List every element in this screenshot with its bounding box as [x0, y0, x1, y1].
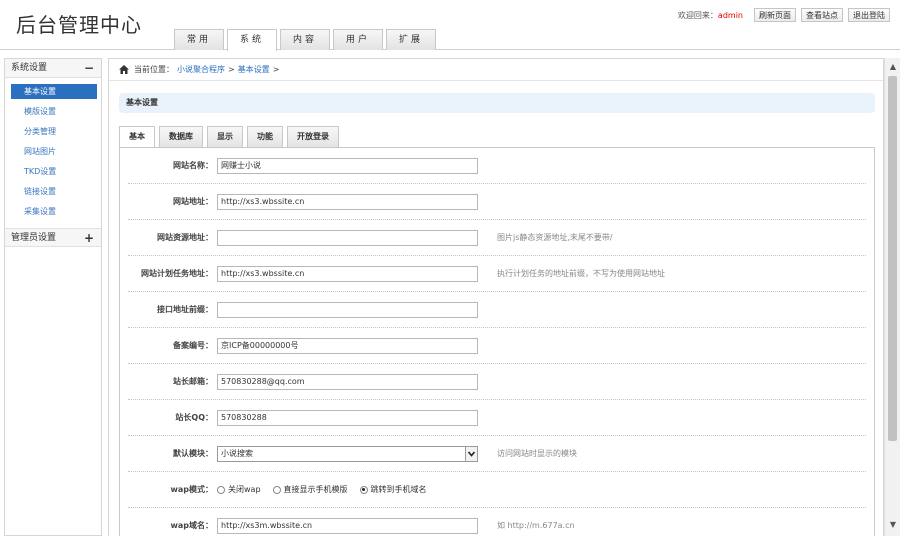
header: 后台管理中心 常用 系统 内容 用户 扩展 欢迎回来：admin 刷新页面 查看… — [0, 0, 900, 51]
logo: 后台管理中心 — [16, 13, 142, 37]
email-input[interactable]: 570830288@qq.com — [217, 373, 478, 390]
form-row: 网站名称： 网赚士小说 — [128, 148, 866, 184]
icp-input[interactable]: 京ICP备00000000号 — [217, 337, 478, 354]
vertical-scrollbar[interactable]: ▲ ▼ — [884, 58, 900, 536]
top-tab-system[interactable]: 系统 — [227, 29, 277, 51]
sidebar-item-tkd[interactable]: TKD设置 — [11, 164, 101, 184]
tab-features[interactable]: 功能 — [247, 126, 283, 147]
site-url-input[interactable]: http://xs3.wbssite.cn — [217, 193, 478, 210]
section-title: 基本设置 — [119, 93, 875, 113]
wap-mode-radios: 关闭wap 直接显示手机模版 跳转到手机域名 — [217, 484, 439, 495]
scroll-up-icon[interactable]: ▲ — [888, 62, 898, 72]
wap-mode-template-radio[interactable]: 直接显示手机模版 — [272, 484, 348, 495]
template-hint: 访问网站时显示的模块 — [497, 449, 577, 458]
form-row: 网站资源地址： 图片js静态资源地址,末尾不要带/ — [128, 220, 866, 256]
api-prefix-input[interactable] — [217, 301, 478, 318]
resource-url-input[interactable] — [217, 229, 478, 246]
scrollbar-thumb[interactable] — [888, 76, 897, 441]
breadcrumb-link-basic[interactable]: 基本设置 — [238, 64, 270, 75]
refresh-page-button[interactable]: 刷新页面 — [754, 8, 796, 22]
username: admin — [717, 10, 743, 20]
sidebar-group-title: 系统设置 — [11, 63, 48, 73]
cron-url-input[interactable]: http://xs3.wbssite.cn — [217, 265, 478, 282]
sidebar-item-basic[interactable]: 基本设置 — [11, 84, 97, 99]
sidebar-item-template[interactable]: 模版设置 — [11, 104, 101, 124]
top-tab-user[interactable]: 用户 — [333, 29, 383, 50]
wap-mode-label: wap模式： — [170, 485, 213, 494]
top-tab-extend[interactable]: 扩展 — [386, 29, 436, 50]
template-select[interactable]: 小说搜索 — [217, 445, 478, 462]
tab-open-login[interactable]: 开放登录 — [287, 126, 339, 147]
email-label: 站长邮箱： — [173, 377, 213, 386]
breadcrumb-separator: > — [228, 65, 235, 74]
sidebar-item-images[interactable]: 网站图片 — [11, 144, 101, 164]
qq-label: 站长QQ： — [175, 413, 213, 422]
template-label: 默认模块： — [173, 449, 213, 458]
tab-display[interactable]: 显示 — [207, 126, 243, 147]
form-row: 接口地址前缀： — [128, 292, 866, 328]
tab-basic[interactable]: 基本 — [119, 126, 155, 148]
breadcrumb: 当前位置： 小说聚合程序 > 基本设置 > — [109, 59, 883, 81]
wap-domain-hint: 如 http://m.677a.cn — [497, 521, 575, 530]
main-panel: 当前位置： 小说聚合程序 > 基本设置 > 基本设置 基本 数据库 显示 功能 … — [108, 58, 884, 536]
form-row: 备案编号： 京ICP备00000000号 — [128, 328, 866, 364]
wap-domain-label: wap域名： — [170, 521, 213, 530]
sidebar-group-title: 管理员设置 — [11, 233, 57, 243]
view-site-button[interactable]: 查看站点 — [801, 8, 843, 22]
cron-url-hint: 执行计划任务的地址前缀，不写为使用网站地址 — [497, 269, 665, 278]
breadcrumb-prefix: 当前位置： — [134, 65, 174, 74]
icp-label: 备案编号： — [173, 341, 213, 350]
scroll-down-icon[interactable]: ▼ — [888, 520, 898, 530]
form-row: 站长邮箱： 570830288@qq.com — [128, 364, 866, 400]
radio-icon[interactable] — [272, 485, 281, 494]
breadcrumb-separator: > — [272, 65, 280, 74]
sidebar-item-collect[interactable]: 采集设置 — [11, 204, 101, 224]
sidebar-item-category[interactable]: 分类管理 — [11, 124, 101, 144]
form-row: 站长QQ： 570830288 — [128, 400, 866, 436]
settings-tabs: 基本 数据库 显示 功能 开放登录 — [119, 126, 343, 148]
sidebar: 系统设置 − 基本设置 模版设置 分类管理 网站图片 TKD设置 链接设置 采集… — [4, 58, 102, 536]
resource-url-label: 网站资源地址： — [157, 233, 213, 242]
site-url-label: 网站地址： — [173, 197, 213, 206]
top-tab-common[interactable]: 常用 — [174, 29, 224, 50]
template-select-value: 小说搜索 — [221, 448, 253, 458]
radio-label: 直接显示手机模版 — [283, 485, 348, 494]
cron-url-label: 网站计划任务地址： — [141, 269, 213, 278]
tab-database[interactable]: 数据库 — [159, 126, 203, 147]
form-row: 网站计划任务地址： http://xs3.wbssite.cn 执行计划任务的地… — [128, 256, 866, 292]
form-row: 网站地址： http://xs3.wbssite.cn — [128, 184, 866, 220]
logout-button[interactable]: 退出登陆 — [848, 8, 890, 22]
sidebar-group-admin[interactable]: 管理员设置 + — [5, 228, 101, 247]
sidebar-item-links[interactable]: 链接设置 — [11, 184, 101, 204]
wap-mode-redirect-radio[interactable]: 跳转到手机域名 — [359, 484, 427, 495]
form-row: wap模式： 关闭wap 直接显示手机模版 跳转到手机域名 — [128, 472, 866, 508]
radio-checked-icon[interactable] — [359, 485, 368, 494]
collapse-icon[interactable]: − — [84, 59, 94, 78]
top-tab-content[interactable]: 内容 — [280, 29, 330, 50]
top-right-bar: 欢迎回来：admin 刷新页面 查看站点 退出登陆 — [678, 8, 890, 22]
qq-input[interactable]: 570830288 — [217, 409, 478, 426]
welcome-prefix: 欢迎回来： — [677, 10, 718, 20]
radio-label: 跳转到手机域名 — [370, 485, 427, 494]
form-row: 默认模块： 小说搜索 访问网站时显示的模块 — [128, 436, 866, 472]
expand-icon[interactable]: + — [84, 229, 94, 248]
site-name-label: 网站名称： — [173, 161, 213, 170]
top-nav: 常用 系统 内容 用户 扩展 — [174, 29, 439, 51]
breadcrumb-link-app[interactable]: 小说聚合程序 — [177, 64, 225, 75]
radio-icon[interactable] — [217, 485, 225, 494]
sidebar-list: 基本设置 模版设置 分类管理 网站图片 TKD设置 链接设置 采集设置 — [5, 78, 101, 228]
sidebar-group-system[interactable]: 系统设置 − — [5, 59, 101, 78]
site-name-input[interactable]: 网赚士小说 — [217, 157, 478, 174]
api-prefix-label: 接口地址前缀： — [157, 305, 213, 314]
form-row: wap域名： http://xs3m.wbssite.cn 如 http://m… — [128, 508, 866, 536]
chevron-down-icon[interactable] — [465, 446, 477, 461]
resource-url-hint: 图片js静态资源地址,末尾不要带/ — [497, 233, 613, 242]
wap-domain-input[interactable]: http://xs3m.wbssite.cn — [217, 517, 478, 534]
welcome-text: 欢迎回来：admin — [678, 10, 743, 21]
home-icon — [119, 65, 129, 74]
radio-label: 关闭wap — [228, 485, 261, 494]
wap-mode-off-radio[interactable]: 关闭wap — [217, 484, 261, 495]
settings-form: 网站名称： 网赚士小说 网站地址： http://xs3.wbssite.cn … — [119, 147, 875, 536]
